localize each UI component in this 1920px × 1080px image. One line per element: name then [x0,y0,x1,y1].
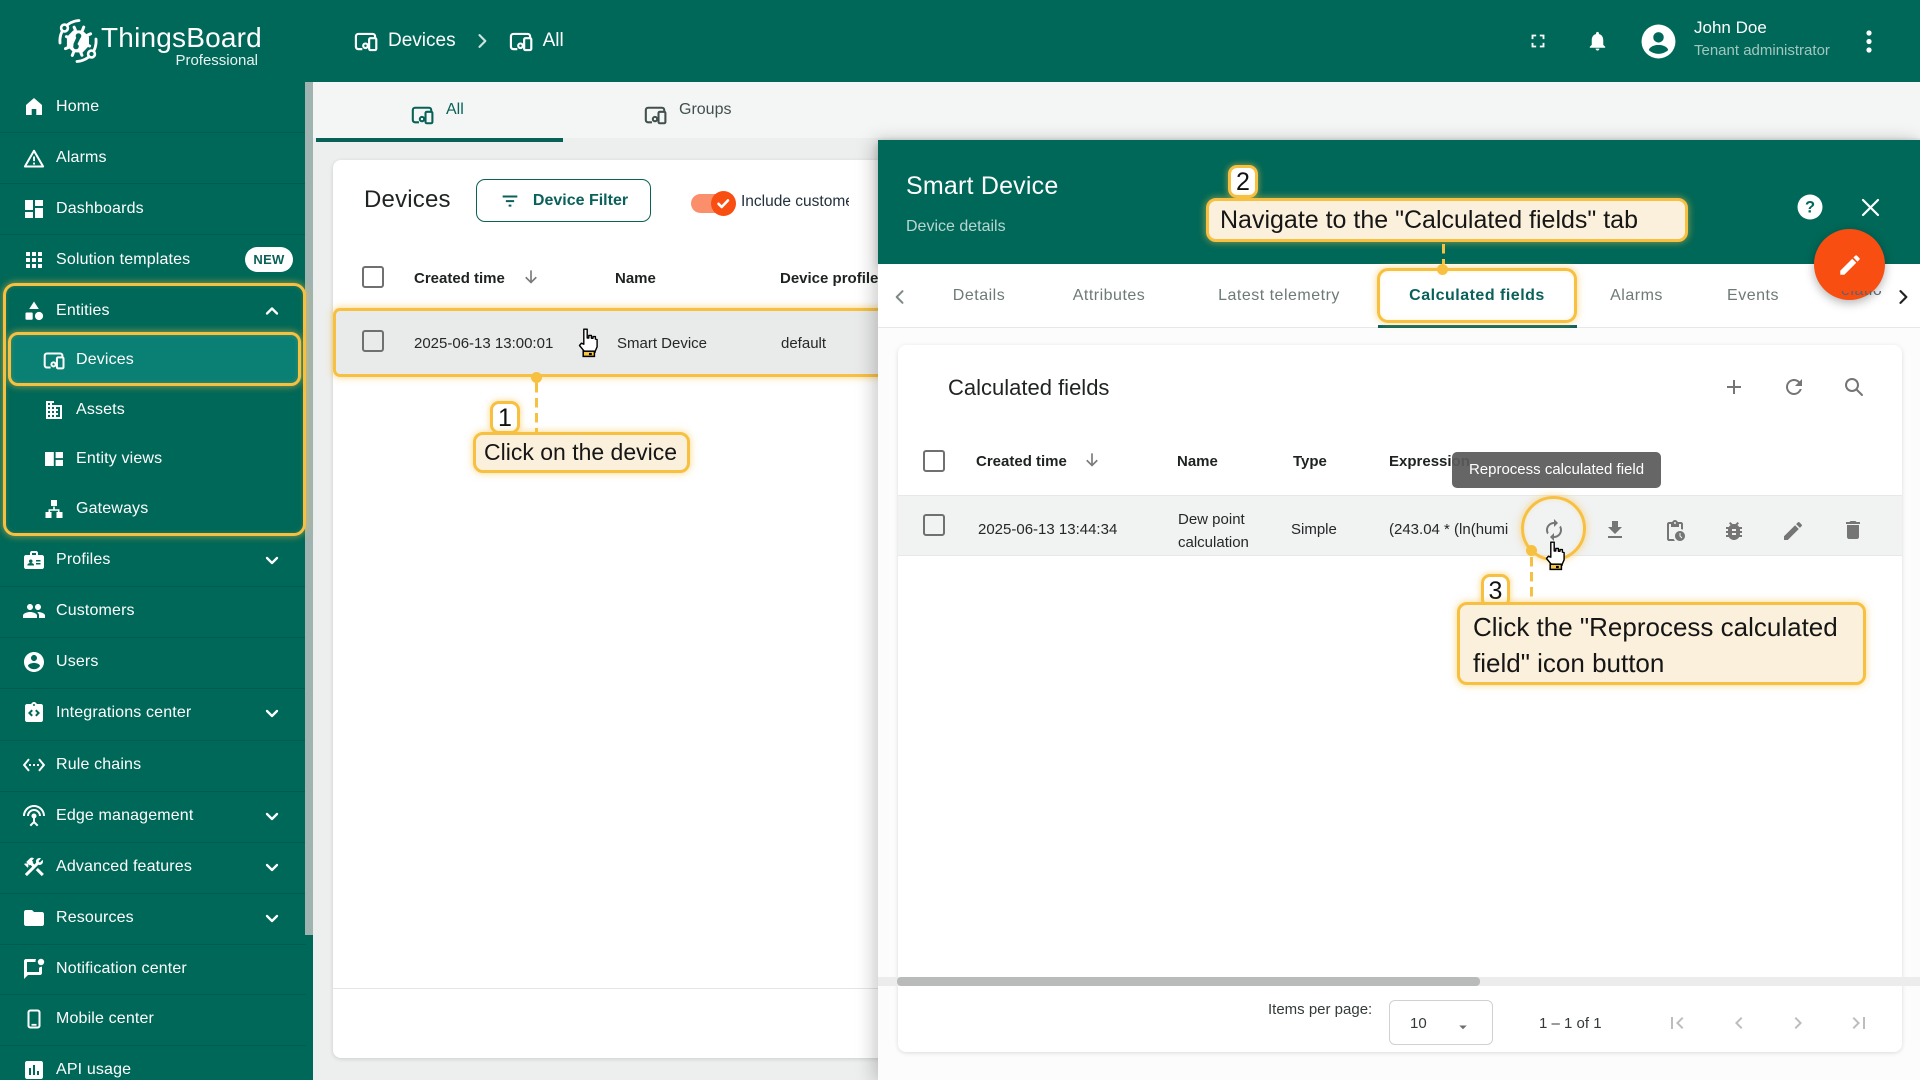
svg-text:?: ? [1805,199,1815,217]
